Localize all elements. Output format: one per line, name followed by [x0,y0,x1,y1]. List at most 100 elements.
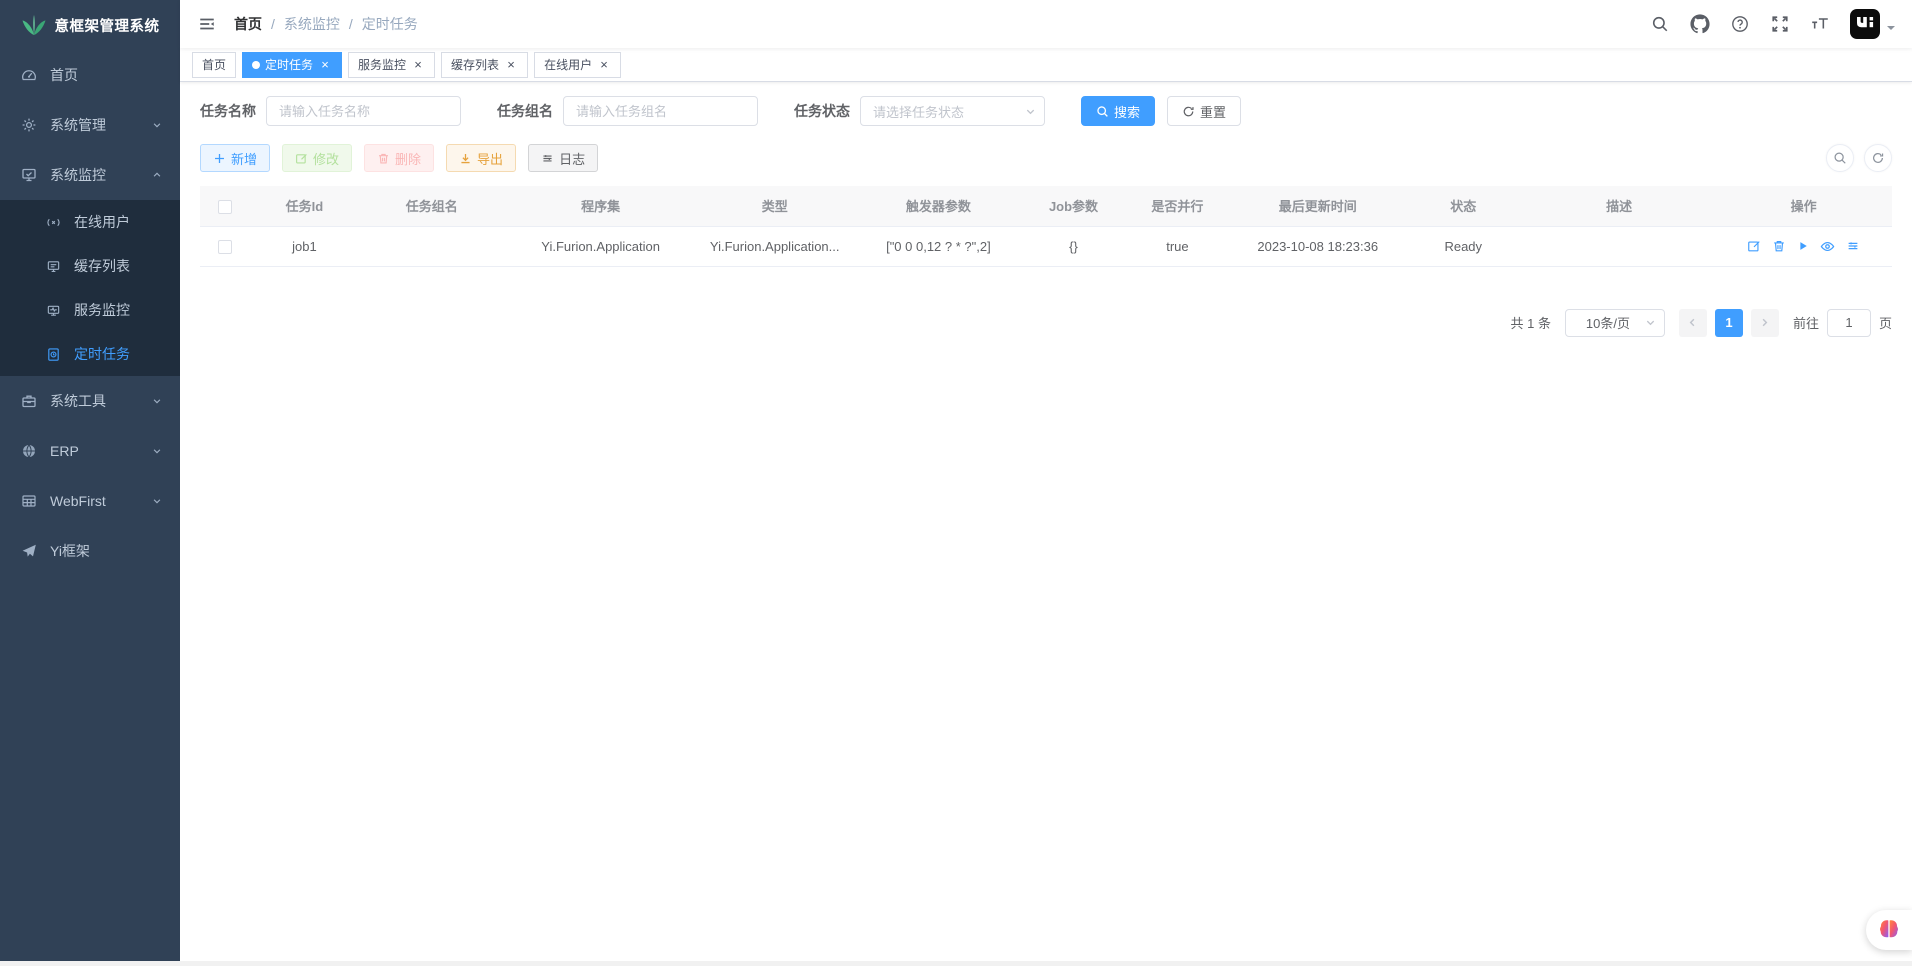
cell-trigger-args: ["0 0 0,12 ? * ?",2] [853,226,1024,266]
log-button[interactable]: 日志 [528,144,598,172]
close-icon[interactable]: × [504,58,518,72]
sidebar-item-system-tools[interactable]: 系统工具 [0,376,180,426]
sidebar-item-home[interactable]: 首页 [0,50,180,100]
github-icon[interactable] [1690,14,1710,34]
row-run-icon[interactable] [1797,240,1809,252]
task-name-label: 任务名称 [200,101,256,121]
close-icon[interactable]: × [411,58,425,72]
next-page-icon[interactable] [1751,309,1779,337]
sidebar-item-system-management[interactable]: 系统管理 [0,100,180,150]
filter-task-name: 任务名称 [200,96,461,126]
add-button-label: 新增 [231,149,257,168]
row-edit-icon[interactable] [1747,239,1761,253]
total-count: 共 1 条 [1511,313,1551,332]
cell-description [1523,226,1715,266]
col-updated: 最后更新时间 [1232,186,1403,226]
cell-type: Yi.Furion.Application... [697,226,853,266]
reset-button[interactable]: 重置 [1167,96,1241,126]
filter-task-group: 任务组名 [497,96,758,126]
toggle-search-icon[interactable] [1826,144,1854,172]
cache-monitor-icon [44,258,62,274]
edit-button-label: 修改 [313,149,339,168]
breadcrumb-separator: / [271,16,275,32]
user-avatar[interactable] [1850,9,1896,39]
goto-page-input[interactable] [1827,309,1871,337]
chevron-down-icon [1645,317,1656,328]
sidebar-menu: 首页 系统管理 [0,50,180,576]
page-size-select[interactable]: 10条/页 [1565,309,1665,337]
close-icon[interactable]: × [597,58,611,72]
brain-icon [1876,917,1902,943]
tab-home[interactable]: 首页 [192,52,236,78]
sidebar-item-yi-framework[interactable]: Yi框架 [0,526,180,576]
row-operations [1715,239,1892,254]
sidebar-item-label: 服务监控 [74,300,162,320]
task-status-select[interactable]: 请选择任务状态 [860,96,1045,126]
sidebar-item-cache-list[interactable]: 缓存列表 [0,244,180,288]
col-task-id: 任务Id [250,186,359,226]
assistant-widget[interactable] [1866,910,1912,950]
sidebar-item-label: 首页 [50,65,162,85]
select-all-checkbox[interactable] [218,200,232,214]
search-icon[interactable] [1650,14,1670,34]
sidebar-item-service-monitor[interactable]: 服务监控 [0,288,180,332]
sidebar-item-label: Yi框架 [50,541,162,561]
task-group-label: 任务组名 [497,101,553,121]
sidebar-item-label: 定时任务 [74,344,162,364]
cell-updated: 2023-10-08 18:23:36 [1232,226,1403,266]
row-checkbox[interactable] [218,240,232,254]
sidebar-item-system-monitor[interactable]: 系统监控 [0,150,180,200]
sidebar-item-online-users[interactable]: 在线用户 [0,200,180,244]
paper-plane-icon [20,543,38,559]
breadcrumb-home[interactable]: 首页 [234,14,262,34]
sidebar-item-erp[interactable]: ERP [0,426,180,476]
goto-label: 前往 [1793,313,1819,332]
col-operation: 操作 [1715,186,1892,226]
export-button[interactable]: 导出 [446,144,516,172]
refresh-icon[interactable] [1864,144,1892,172]
tab-label: 在线用户 [544,56,592,73]
gear-icon [20,117,38,133]
sidebar-item-label: WebFirst [50,493,152,509]
col-status: 状态 [1403,186,1523,226]
task-group-input[interactable] [563,96,758,126]
sidebar-item-webfirst[interactable]: WebFirst [0,476,180,526]
delete-button[interactable]: 删除 [364,144,434,172]
horizontal-scrollbar[interactable] [0,961,1912,966]
app-logo[interactable]: 意框架管理系统 [0,0,180,50]
table-row: job1 Yi.Furion.Application Yi.Furion.App… [200,226,1892,266]
chevron-down-icon [1025,106,1036,117]
toolbox-icon [20,393,38,409]
page-content: 任务名称 任务组名 任务状态 请选择任务状态 [180,82,1912,966]
row-log-icon[interactable] [1846,239,1860,253]
server-monitor-icon [44,302,62,318]
search-button[interactable]: 搜索 [1081,96,1155,126]
hamburger-icon[interactable] [196,13,218,35]
sidebar-item-label: 在线用户 [74,212,162,232]
help-icon[interactable] [1730,14,1750,34]
cell-status: Ready [1403,226,1523,266]
edit-button[interactable]: 修改 [282,144,352,172]
search-button-label: 搜索 [1114,102,1140,121]
tab-scheduled-tasks[interactable]: 定时任务 × [242,52,342,78]
col-concurrent: 是否并行 [1123,186,1232,226]
tab-service-monitor[interactable]: 服务监控 × [348,52,435,78]
table-grid-icon [20,493,38,509]
pager: 1 [1679,309,1779,337]
row-view-icon[interactable] [1820,239,1835,254]
col-assembly: 程序集 [505,186,697,226]
tab-online-users[interactable]: 在线用户 × [534,52,621,78]
tab-cache-list[interactable]: 缓存列表 × [441,52,528,78]
add-button[interactable]: 新增 [200,144,270,172]
font-size-icon[interactable] [1810,14,1830,34]
sidebar-item-scheduled-tasks[interactable]: 定时任务 [0,332,180,376]
system-monitor-submenu: 在线用户 缓存列表 服务监控 [0,200,180,376]
task-name-input[interactable] [266,96,461,126]
row-delete-icon[interactable] [1772,239,1786,253]
fullscreen-icon[interactable] [1770,14,1790,34]
page-number-current[interactable]: 1 [1715,309,1743,337]
tab-label: 缓存列表 [451,56,499,73]
prev-page-icon[interactable] [1679,309,1707,337]
close-icon[interactable]: × [318,58,332,72]
tab-label: 首页 [202,56,226,73]
